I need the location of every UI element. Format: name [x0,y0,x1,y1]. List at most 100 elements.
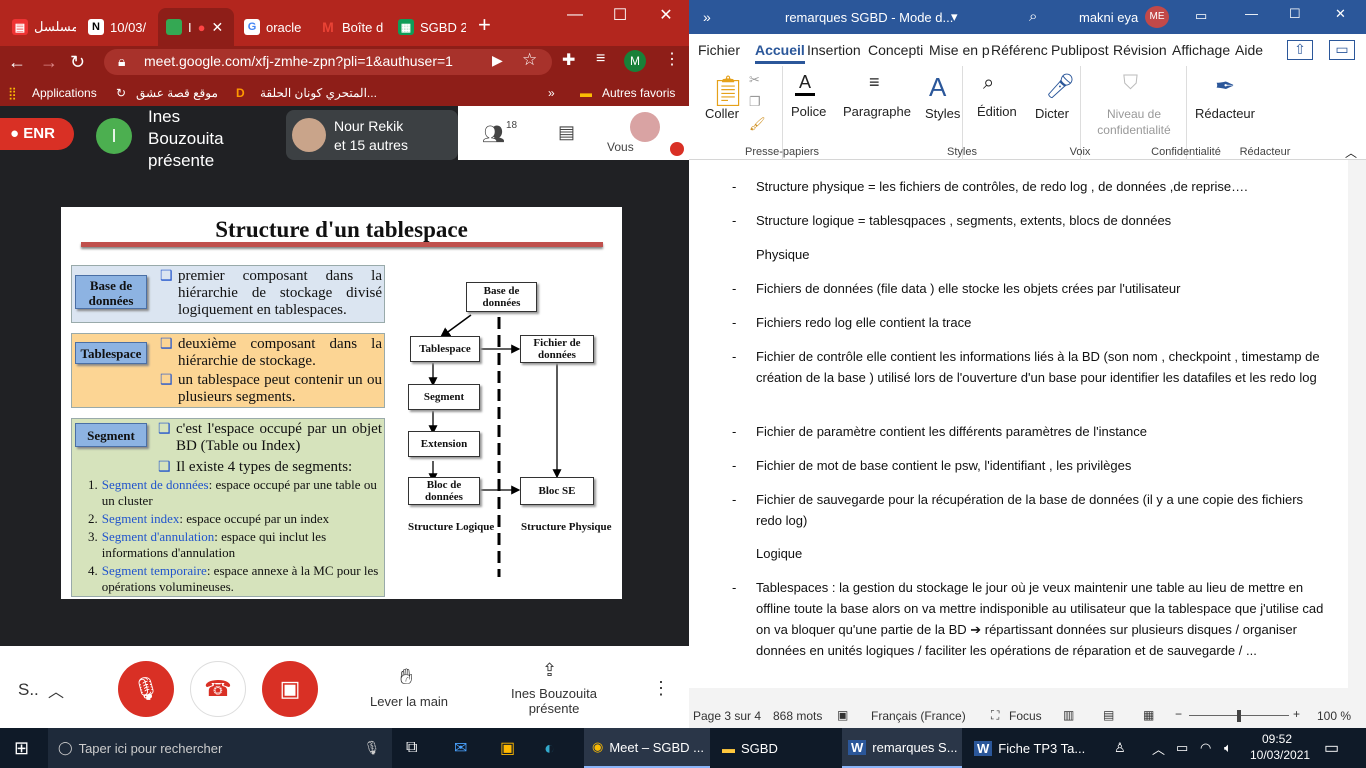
store-icon[interactable]: ▣ [500,728,515,768]
dicter-button[interactable]: Dicter [1035,106,1069,121]
wifi-icon[interactable]: ◠ [1200,728,1211,768]
people-icon[interactable]: ♙ [1114,728,1126,768]
sidebar-toggle-icon[interactable]: » [703,9,711,25]
doc-heading-physique[interactable]: Physique [756,244,1328,265]
camera-off-button[interactable]: ▣ [262,661,318,717]
start-button[interactable]: ⊞ [14,728,29,768]
presenting-button[interactable]: Ines Bouzouita présente [504,686,604,716]
maximize-icon[interactable]: ☐ [1289,6,1301,22]
back-icon[interactable]: ← [8,52,26,73]
participants-tile[interactable]: Nour Rekik et 15 autres [286,110,458,160]
taskbar-explorer[interactable]: ▬ SGBD [716,728,836,768]
doc-line-2[interactable]: Structure logique = tablesqpaces , segme… [756,210,1328,231]
redacteur-button[interactable]: Rédacteur [1195,106,1255,121]
extensions-icon[interactable]: ✚ [562,50,575,70]
doc-line-7[interactable]: Fichier de mot de base contient le psw, … [756,455,1328,476]
close-window-icon[interactable]: ✕ [1335,6,1346,22]
tab-meet-active[interactable]: I ● ✕ [158,8,234,46]
zoom-in-icon[interactable]: + [1293,707,1300,721]
raise-hand-button[interactable]: Lever la main [370,694,448,709]
close-window-icon[interactable]: ✕ [643,0,689,30]
minimize-icon[interactable]: — [1245,6,1258,21]
chevron-down-icon[interactable]: ▾ [951,9,958,25]
more-options-icon[interactable]: ⋮ [652,678,670,699]
taskbar-chrome[interactable]: ◉ Meet – SGBD ... [584,728,710,768]
chevron-up-icon[interactable]: ︿ [48,678,64,702]
page-count[interactable]: Page 3 sur 4 [693,709,761,723]
bookmarks-overflow[interactable]: » [548,86,555,100]
web-layout-icon[interactable]: ▦ [1143,708,1154,722]
profile-avatar[interactable]: M [624,50,646,72]
doc-heading-logique[interactable]: Logique [756,543,1328,564]
tab-references[interactable]: Référenc [991,42,1048,58]
tray-chevron-icon[interactable]: ︿ [1152,728,1165,768]
camera-blocked-icon[interactable]: ▶ [492,52,503,69]
tab-1[interactable]: ▤ مسلسل [4,8,76,46]
vertical-scrollbar[interactable] [1348,160,1366,688]
tab-publipostage[interactable]: Publipost [1051,42,1109,58]
copy-icon[interactable]: ❐ [749,94,761,110]
focus-button[interactable]: Focus [1009,709,1042,723]
raise-hand-icon[interactable]: ✋︎ [400,664,413,690]
clock[interactable]: 09:52 10/03/2021 [1250,731,1310,763]
doc-line-6[interactable]: Fichier de paramètre contient les différ… [756,421,1328,442]
taskbar-word-1[interactable]: Wremarques S... [842,728,962,768]
edge-icon[interactable]: ◐ [544,728,555,768]
paragraphe-button[interactable]: ≡ Paragraphe [839,66,919,160]
zoom-level[interactable]: 100 % [1317,709,1351,723]
task-view-icon[interactable]: ⧉ [406,728,417,768]
bookmark-apps[interactable]: Applications [32,86,97,100]
meeting-details-button[interactable]: S.. [18,680,39,700]
minimize-icon[interactable]: — [552,0,598,30]
styles-button[interactable]: Styles [925,106,960,121]
menu-icon[interactable]: ⋮ [664,49,680,69]
doc-line-3[interactable]: Fichiers de données (file data ) elle st… [756,278,1328,299]
share-icon[interactable]: ⇧ [1287,40,1313,60]
doc-line-5[interactable]: Fichier de contrôle elle contient les in… [756,346,1328,388]
tab-conception[interactable]: Concepti [868,42,923,58]
print-layout-icon[interactable]: ▤ [1103,708,1114,722]
edition-button[interactable]: ⌕ Édition [969,66,1021,160]
reload-icon[interactable]: ↻ [70,52,85,73]
tab-5[interactable]: M Boîte d [312,8,388,46]
tab-4[interactable]: Goracle [236,8,308,46]
zoom-slider-thumb[interactable] [1237,710,1241,722]
tab-revision[interactable]: Révision [1113,42,1167,58]
bookmark-star-icon[interactable]: ☆ [522,50,537,70]
doc-line-4[interactable]: Fichiers redo log elle contient la trace [756,312,1328,333]
taskbar-search[interactable]: ◯ Taper ici pour rechercher 🎙︎ [48,728,392,768]
tab-accueil[interactable]: Accueil [755,42,805,64]
collapse-ribbon-icon[interactable]: ︿ [1345,144,1357,161]
doc-line-1[interactable]: Structure physique = les fichiers de con… [756,176,1328,197]
media-icon[interactable]: ≡ [596,50,605,68]
focus-icon[interactable]: ⛶ [991,708,999,723]
police-button[interactable]: A Police [783,66,833,160]
doc-line-9[interactable]: Tablespaces : la gestion du stockage le … [756,577,1328,661]
editor-pen-icon[interactable]: ✒︎ [1215,72,1235,101]
close-tab-icon[interactable]: ✕ [211,19,223,36]
styles-icon[interactable]: A [929,72,946,103]
zoom-out-icon[interactable]: − [1175,707,1182,721]
bookmark-1[interactable]: موقع قصة عشق [136,86,218,100]
chat-icon[interactable]: ▤ [558,122,575,143]
language[interactable]: Français (France) [871,709,966,723]
cut-icon[interactable]: ✂ [749,72,760,88]
hang-up-button[interactable]: ☎︎ [190,661,246,717]
mic-off-button[interactable]: 🎙︎ [118,661,174,717]
microphone-icon[interactable]: 🎤︎ [1045,72,1075,101]
maximize-icon[interactable]: ☐ [597,0,643,30]
comments-icon[interactable]: ▭ [1329,40,1355,60]
bookmark-2[interactable]: المتحري كونان الحلقة... [260,86,377,100]
mail-icon[interactable]: ✉ [454,728,467,768]
people-icon[interactable]: 👥︎ [482,124,505,145]
user-avatar[interactable]: ME [1145,6,1169,28]
coller-button[interactable]: Coller [705,106,739,121]
battery-icon[interactable]: ▭ [1176,728,1188,768]
search-icon[interactable]: ⌕ [1029,8,1037,25]
tab-affichage[interactable]: Affichage [1172,42,1230,58]
ribbon-display-icon[interactable]: ▭ [1195,8,1207,24]
tab-6[interactable]: ▦ SGBD 2 [390,8,466,46]
paste-icon[interactable]: 📋︎ [709,74,747,109]
taskbar-word-2[interactable]: W Fiche TP3 Ta... [968,728,1088,768]
doc-line-8[interactable]: Fichier de sauvegarde pour la récupérati… [756,489,1328,531]
